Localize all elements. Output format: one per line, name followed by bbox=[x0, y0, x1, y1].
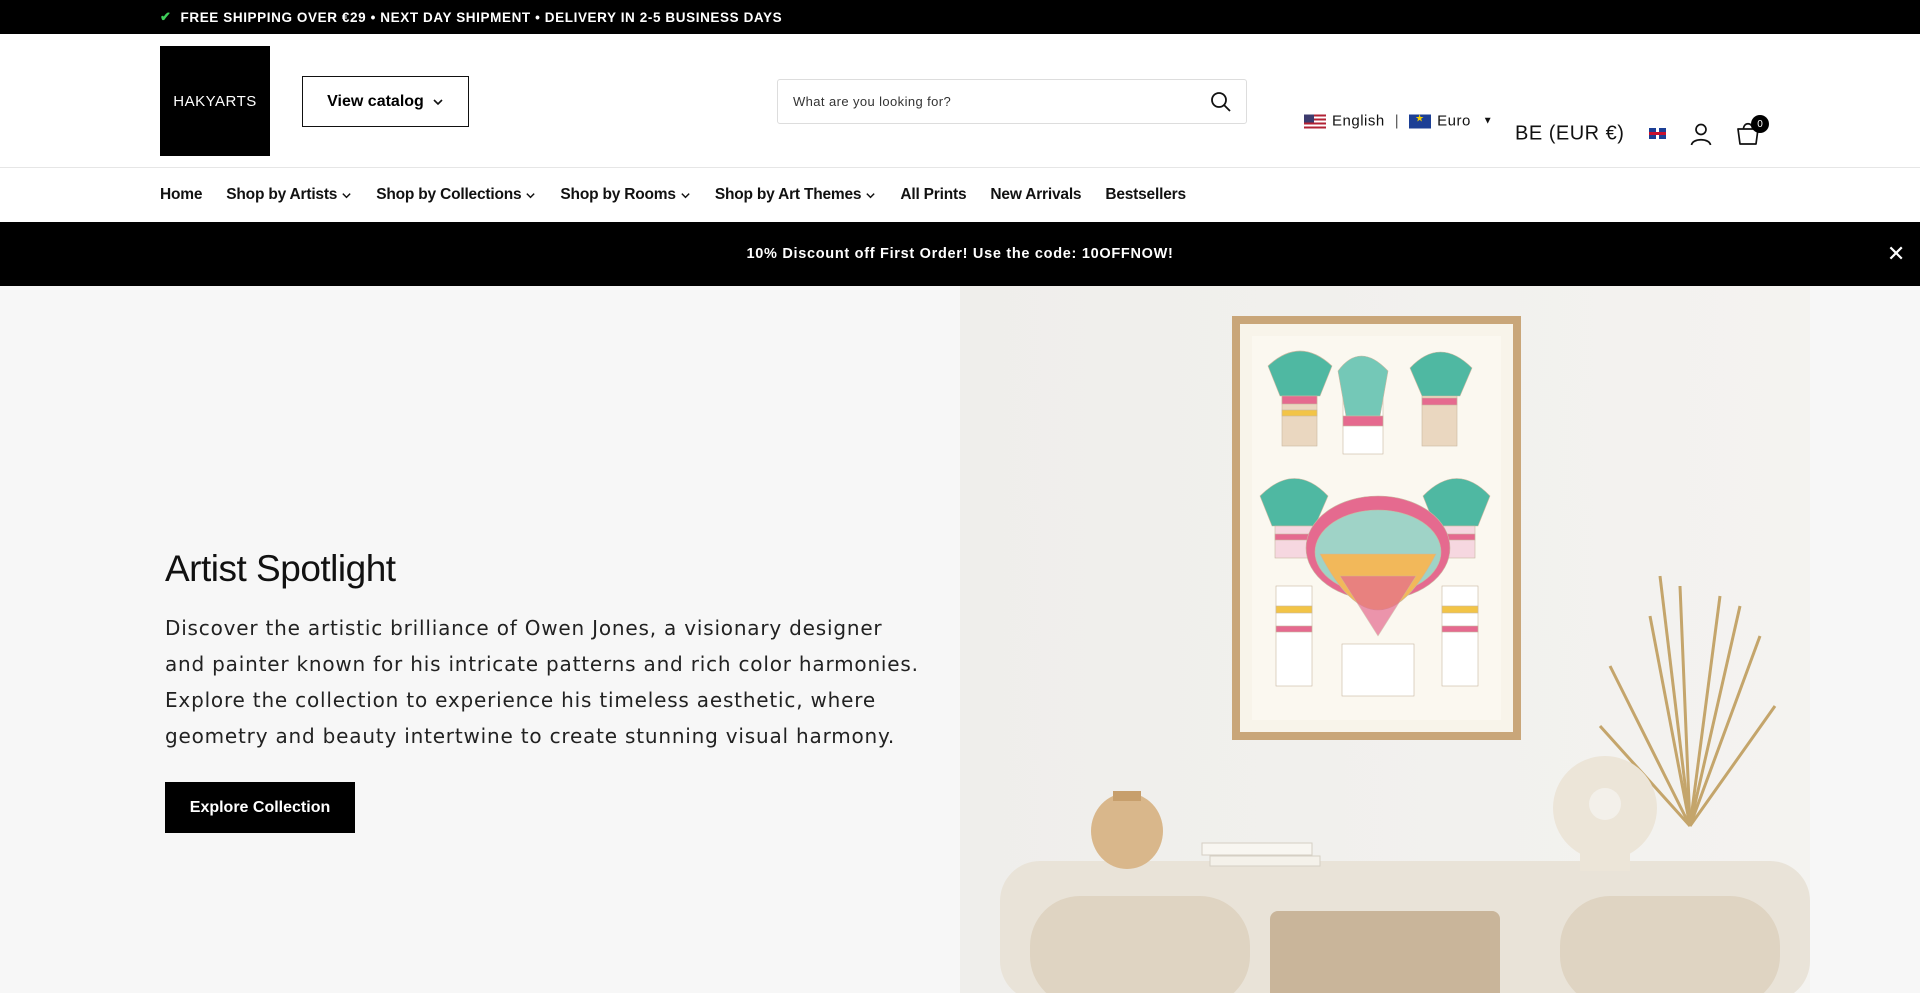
language-label: English bbox=[1332, 112, 1385, 130]
hero-section: Artist Spotlight Discover the artistic b… bbox=[0, 286, 1920, 993]
view-catalog-label: View catalog bbox=[327, 92, 424, 110]
promo-text: 10% Discount off First Order! Use the co… bbox=[746, 246, 1174, 262]
close-icon[interactable]: ✕ bbox=[1887, 241, 1906, 267]
art-print-columns bbox=[1259, 350, 1491, 697]
eu-flag-icon bbox=[1409, 113, 1432, 128]
chevron-down-icon bbox=[681, 192, 690, 198]
chevron-down-icon bbox=[433, 98, 443, 105]
explore-collection-button[interactable]: Explore Collection bbox=[165, 782, 355, 833]
search-input[interactable] bbox=[793, 94, 1210, 109]
uk-flag-icon[interactable] bbox=[1649, 128, 1666, 139]
nav-item-all-prints[interactable]: All Prints bbox=[900, 186, 966, 204]
site-logo[interactable]: HAKYARTS bbox=[160, 46, 270, 156]
promo-banner: 10% Discount off First Order! Use the co… bbox=[0, 222, 1920, 286]
nav-item-label: Shop by Rooms bbox=[560, 186, 676, 203]
nav-item-label: Home bbox=[160, 186, 203, 203]
books bbox=[1209, 855, 1321, 867]
nav-item-shop-by-art-themes[interactable]: Shop by Art Themes bbox=[715, 186, 877, 204]
nav-item-label: New Arrivals bbox=[990, 186, 1082, 203]
nav-item-label: Shop by Collections bbox=[376, 186, 522, 203]
hero-image bbox=[960, 286, 1810, 993]
divider: | bbox=[1394, 112, 1400, 130]
nav-item-bestsellers[interactable]: Bestsellers bbox=[1105, 186, 1186, 204]
search-bar bbox=[777, 79, 1247, 124]
currency-label: Euro bbox=[1437, 112, 1471, 130]
hero-description: Discover the artistic brilliance of Owen… bbox=[165, 616, 919, 748]
announcement-text: FREE SHIPPING OVER €29 • NEXT DAY SHIPME… bbox=[180, 9, 783, 25]
chevron-down-icon bbox=[342, 192, 351, 198]
chevron-down-icon bbox=[526, 192, 536, 198]
nav-item-label: Bestsellers bbox=[1105, 186, 1186, 203]
nav-item-label: All Prints bbox=[900, 186, 967, 203]
room-illustration bbox=[960, 286, 1810, 993]
account-icon[interactable] bbox=[1689, 122, 1713, 146]
language-currency-selector[interactable]: English | Euro ▼ bbox=[1304, 113, 1493, 130]
main-navigation: Home Shop by Artists Shop by Collections Sh… bbox=[0, 168, 1920, 222]
search-icon[interactable] bbox=[1210, 91, 1232, 113]
chevron-down-icon bbox=[866, 192, 876, 198]
nav-item-shop-by-collections[interactable]: Shop by Collections bbox=[376, 186, 536, 204]
us-flag-icon bbox=[1304, 114, 1326, 128]
announcement-bar: ✔ FREE SHIPPING OVER €29 • NEXT DAY SHIP… bbox=[0, 0, 1920, 34]
hero-title: Artist Spotlight bbox=[165, 548, 396, 589]
hero-content: Artist Spotlight Discover the artistic b… bbox=[165, 548, 925, 833]
nav-item-label: Shop by Artists bbox=[226, 186, 338, 203]
woven-vase bbox=[1091, 793, 1163, 869]
caret-down-icon: ▼ bbox=[1482, 115, 1494, 127]
nav-item-label: Shop by Art Themes bbox=[714, 186, 862, 203]
view-catalog-button[interactable]: View catalog bbox=[302, 76, 469, 127]
nav-item-shop-by-artists[interactable]: Shop by Artists bbox=[226, 186, 352, 204]
nav-item-shop-by-rooms[interactable]: Shop by Rooms bbox=[560, 186, 690, 204]
nav-item-new-arrivals[interactable]: New Arrivals bbox=[990, 186, 1081, 204]
region-selector[interactable]: BE (EUR €) bbox=[1515, 123, 1624, 146]
site-header: HAKYARTS View catalog English | Euro ▼ B… bbox=[0, 34, 1920, 168]
checkmark-icon: ✔ bbox=[160, 9, 172, 24]
nav-item-home[interactable]: Home bbox=[160, 186, 202, 204]
cart-count-badge: 0 bbox=[1751, 115, 1769, 133]
